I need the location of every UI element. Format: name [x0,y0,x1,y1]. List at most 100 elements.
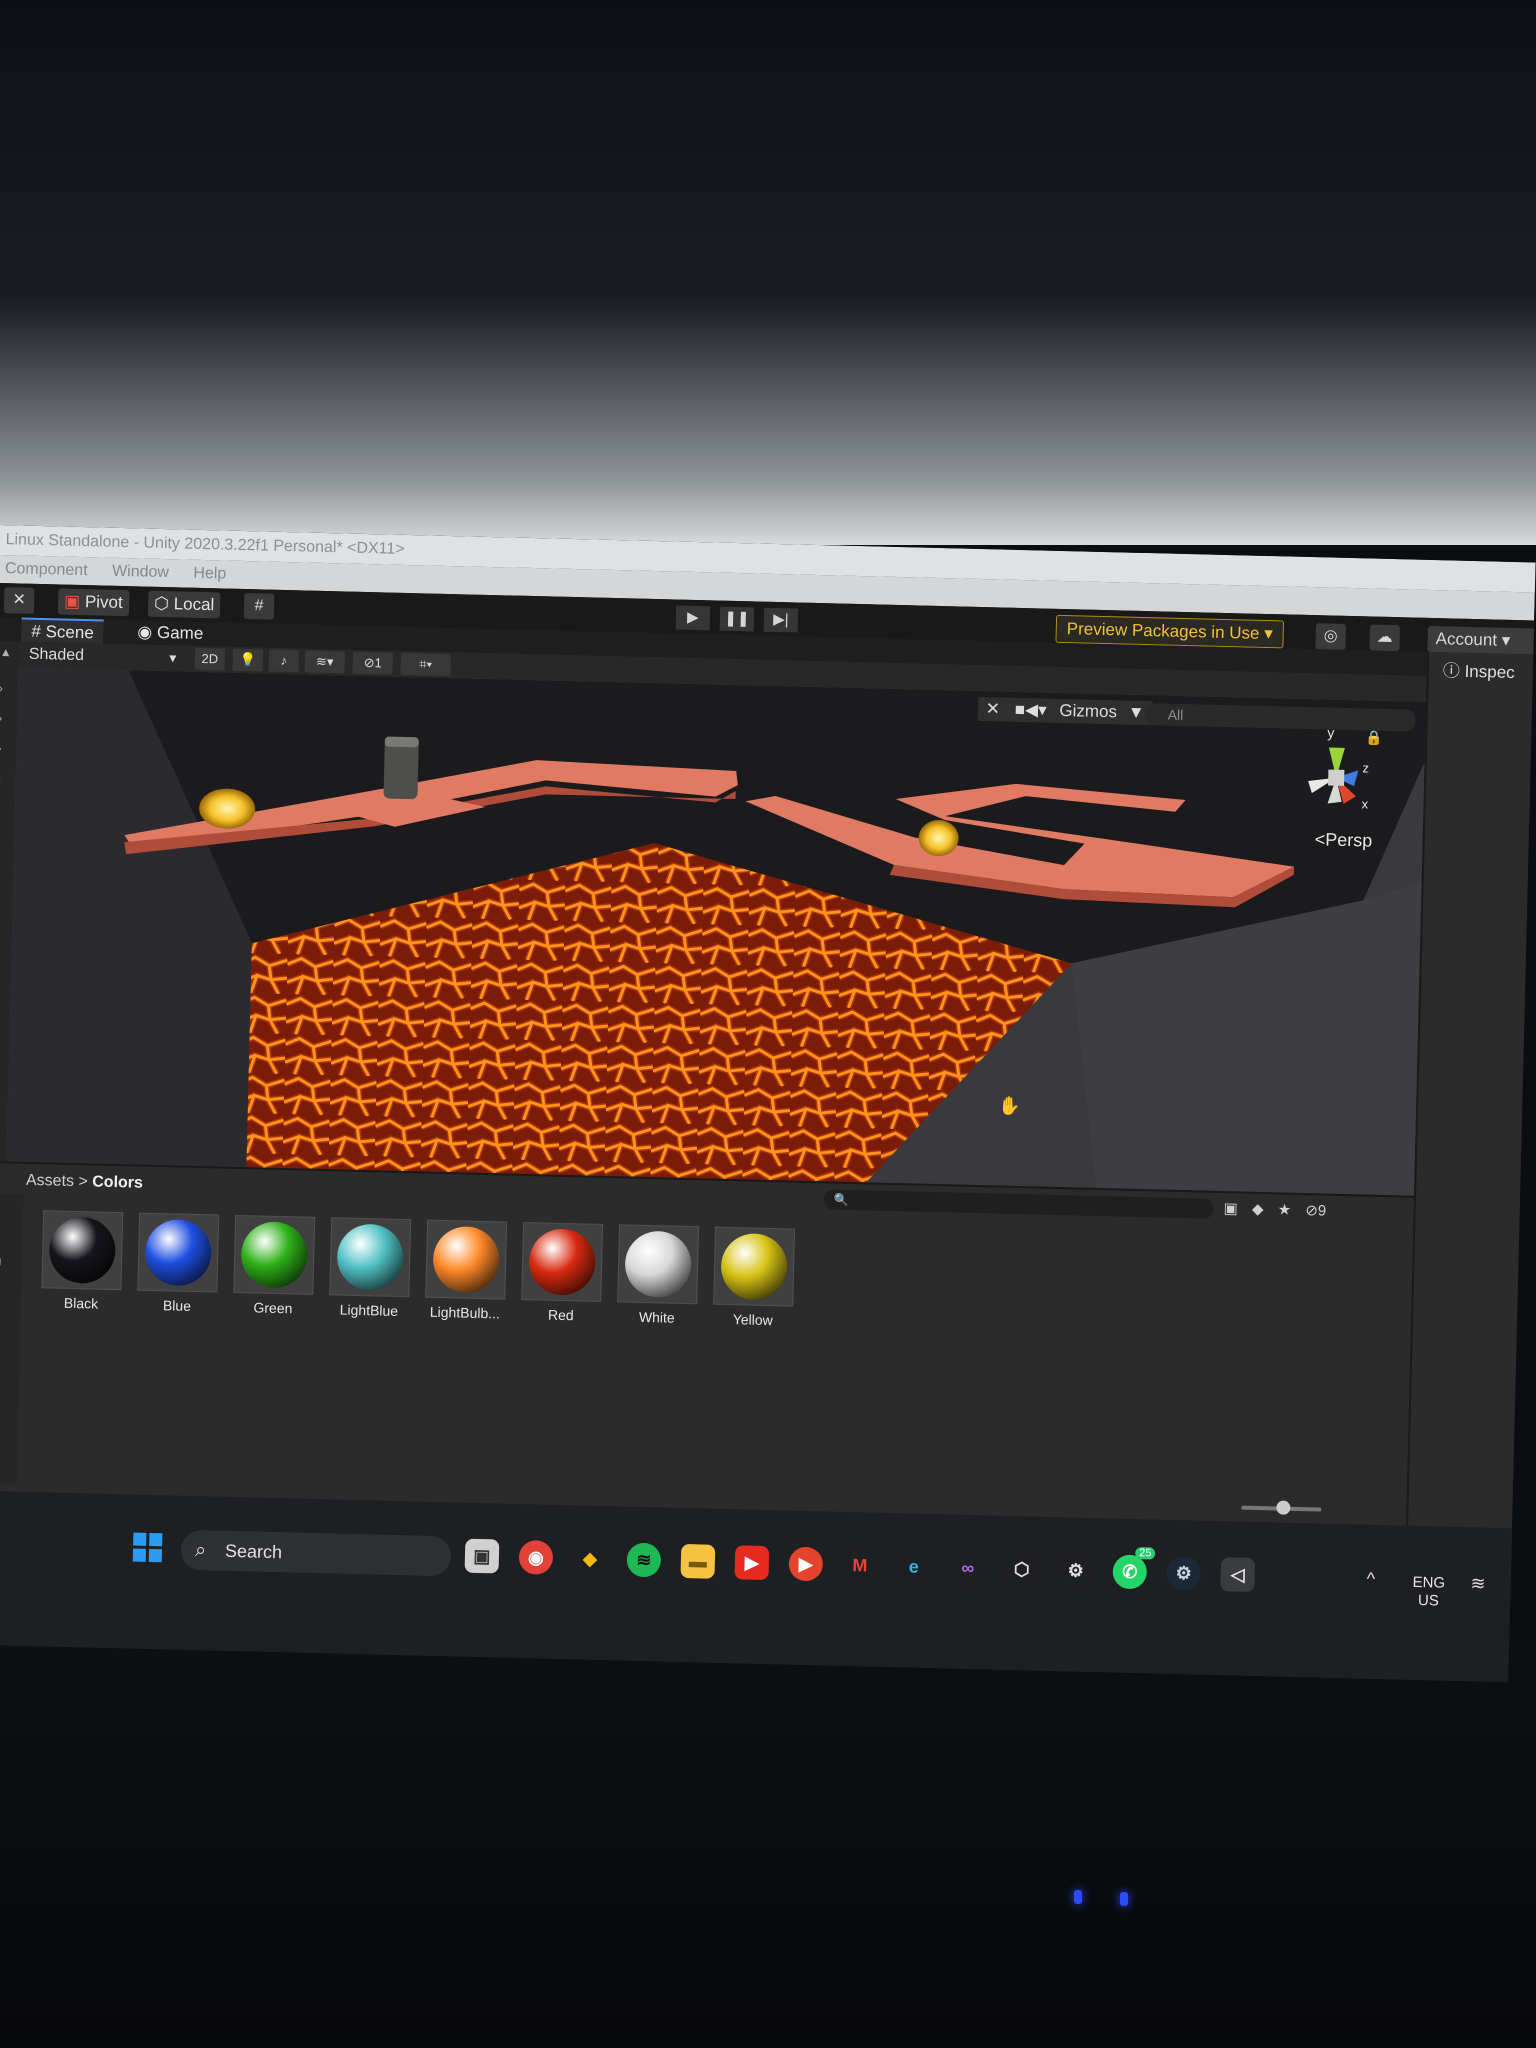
material-sphere-icon [48,1216,117,1285]
material-tile[interactable]: LightBlue [329,1217,412,1319]
tab-inspector[interactable]: ⓘ Inspec [1443,656,1515,683]
shading-mode-dropdown[interactable]: Shaded [29,642,85,669]
visible-count: 9 [1317,1202,1327,1220]
scene-viewport[interactable]: y z x 🔒 ✋ ✕ ■◀▾ Gizmos ▼ All <Persp [6,667,1427,1196]
menu-window[interactable]: Window [112,563,169,581]
material-tile[interactable]: Black [41,1210,124,1312]
settings-icon[interactable]: ⚙ [1058,1553,1094,1589]
grid-toggle-icon[interactable]: ⌗▾ [400,652,451,677]
tab-game[interactable]: ◉ Game [127,620,213,646]
gizmos-dropdown[interactable]: Gizmos [1059,701,1117,721]
youtube-icon[interactable]: ▶ [734,1545,770,1581]
local-label: Local [173,594,215,615]
grid-snap-icon[interactable]: # [243,592,275,620]
projection-label: Persp [1324,829,1373,851]
tools-icon[interactable]: ✕ [3,587,35,614]
visual-studio-icon[interactable]: ∞ [950,1550,986,1586]
gmail-icon[interactable]: M [842,1547,878,1583]
lock-icon[interactable]: 🔒 [1365,730,1383,746]
chevron-down-icon: ▾ [1501,630,1511,650]
account-dropdown[interactable]: Account ▾ [1427,625,1536,655]
breadcrumb-colors[interactable]: Colors [92,1173,143,1191]
tab-scene[interactable]: # Scene [21,617,105,644]
device-led [1120,1892,1128,1906]
material-label: LightBulb... [429,1303,501,1322]
effects-icon[interactable]: ≋▾ [304,650,346,674]
material-sphere-icon [528,1228,596,1296]
material-thumbnail [713,1226,796,1307]
taskbar-search[interactable]: ⌕ Search [180,1529,452,1577]
edge-icon[interactable]: e [896,1549,932,1585]
windows-start-icon[interactable] [132,1532,164,1564]
material-thumbnail [233,1214,316,1295]
material-tile[interactable]: LightBulb... [425,1219,508,1322]
search-icon: 🔍 [833,1192,849,1207]
chevron-right-icon[interactable]: › [0,681,3,695]
player-capsule-top [384,736,419,748]
menu-component[interactable]: Component [5,560,88,579]
material-sphere-icon [624,1230,692,1299]
chevron-right-icon[interactable]: › [0,711,2,725]
gizmo-x-label: x [1361,796,1368,811]
breadcrumb-assets[interactable]: Assets [26,1172,74,1190]
label-filter-icon[interactable]: ◆ [1252,1201,1264,1218]
binance-icon[interactable]: ◆ [572,1541,608,1577]
notification-badge: 25 [1135,1547,1156,1560]
material-tile[interactable]: White [617,1224,700,1326]
chrome-icon[interactable]: ◉ [518,1539,554,1575]
camera-icon[interactable]: ■◀▾ [1015,700,1047,720]
audio-icon[interactable]: ♪ [268,649,300,673]
material-thumbnail [521,1221,604,1302]
language-secondary: US [1417,1591,1440,1610]
slider-handle[interactable] [1276,1500,1291,1515]
chevron-right-icon[interactable]: › [0,741,2,755]
local-button[interactable]: ⬡ Local [147,590,221,619]
material-sphere-icon [144,1218,213,1287]
tools-icon[interactable]: ✕ [986,699,1001,718]
hand-cursor-icon: ✋ [998,1095,1021,1118]
youtube-music-icon[interactable]: ▶ [788,1546,824,1582]
collab-icon[interactable]: ◎ [1315,623,1346,650]
material-tile[interactable]: Blue [137,1212,220,1315]
spotify-icon[interactable]: ≋ [626,1542,662,1578]
unity-hub-icon[interactable]: ⬡ [1004,1551,1040,1587]
material-label: Green [253,1299,293,1317]
folder-item-fragment[interactable]: xtu [0,1253,2,1268]
menu-help[interactable]: Help [193,565,226,583]
task-view-icon[interactable]: ▣ [464,1538,500,1574]
chevron-up-icon[interactable]: ▲ [0,645,12,659]
pause-button[interactable]: ❚❚ [719,606,755,632]
room-background-bottom [0,1640,1536,2048]
project-search-input[interactable]: 🔍 [823,1189,1214,1219]
whatsapp-icon[interactable]: ✆ [1112,1554,1148,1590]
cloud-icon[interactable]: ☁ [1369,624,1400,652]
language-indicator[interactable]: ENG US [1412,1574,1445,1611]
info-icon: ⓘ [1442,661,1461,681]
wifi-icon[interactable]: ≋ [1470,1573,1486,1594]
chevron-up-icon[interactable]: ^ [1366,1569,1375,1590]
unity-editor-icon[interactable]: ◁ [1220,1557,1256,1592]
eye-slash-icon[interactable]: ⊘ [1305,1202,1318,1219]
chevron-down-icon: ▼ [1127,702,1145,723]
chevron-right-icon: > [78,1173,93,1191]
type-filter-icon[interactable]: ▣ [1223,1200,1238,1217]
chevron-right-icon[interactable]: › [0,771,1,785]
file-explorer-icon[interactable]: ▬ [680,1543,716,1579]
2d-toggle[interactable]: 2D [194,647,226,671]
step-button[interactable]: ▶| [763,607,799,633]
steam-icon[interactable]: ⚙ [1166,1555,1202,1591]
play-button[interactable]: ▶ [675,605,711,631]
hidden-objects-toggle[interactable]: ⊘1 [352,651,393,675]
lighting-icon[interactable]: 💡 [232,648,264,672]
projection-toggle[interactable]: <Persp [1314,829,1372,851]
material-tile[interactable]: Red [521,1221,604,1324]
pivot-button[interactable]: ▣ Pivot [57,588,130,617]
hidden-count: 1 [374,655,382,671]
material-tile[interactable]: Green [233,1214,316,1317]
material-tile[interactable]: Yellow [713,1226,796,1329]
favorite-icon[interactable]: ★ [1278,1201,1292,1218]
pivot-label: Pivot [84,592,123,613]
material-sphere-icon [720,1232,788,1301]
project-filters: ▣ ◆ ★ ⊘9 [1223,1199,1326,1220]
language-primary: ENG [1412,1573,1446,1592]
